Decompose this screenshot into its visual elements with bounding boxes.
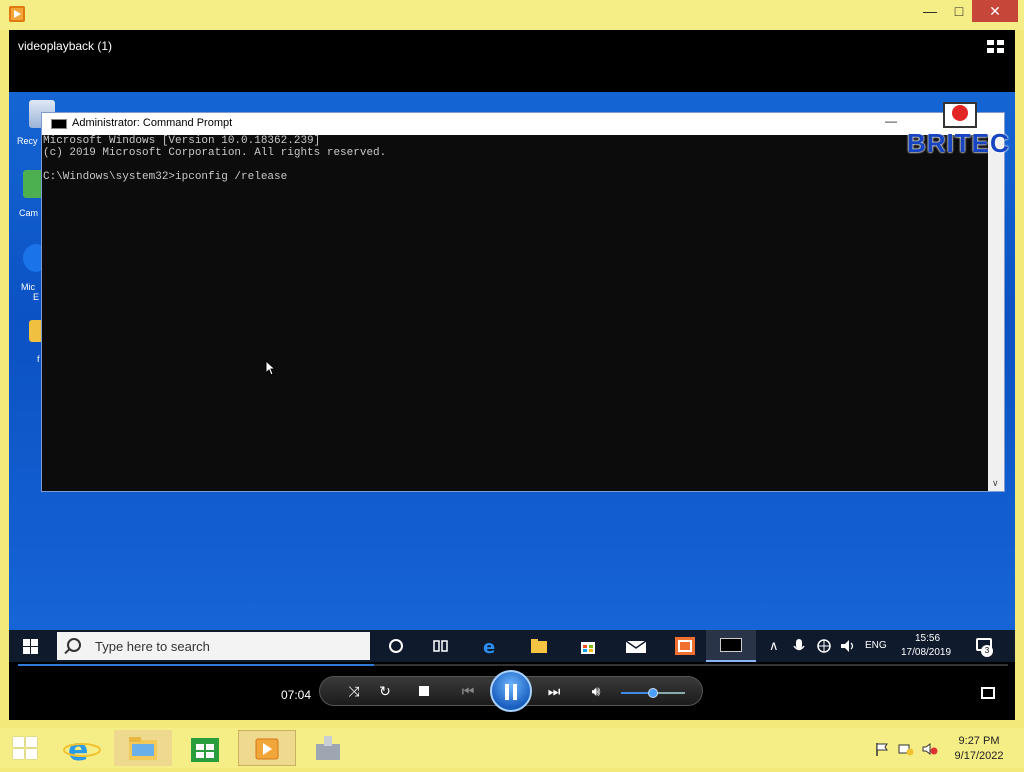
mute-button[interactable]: 🔊︎ bbox=[586, 682, 606, 700]
windows-start-icon bbox=[23, 639, 39, 655]
stop-button[interactable] bbox=[416, 682, 432, 700]
search-icon bbox=[67, 638, 81, 652]
desktop-icon-label: Cam bbox=[19, 208, 39, 218]
win10-clock-time: 15:56 bbox=[915, 633, 941, 644]
win10-clock-date: 17/08/2019 bbox=[901, 647, 952, 658]
command-prompt-window[interactable]: Administrator: Command Prompt — Microsof… bbox=[41, 112, 1005, 492]
edge-icon: e bbox=[481, 636, 501, 658]
previous-button[interactable]: ⏮ bbox=[455, 682, 481, 700]
next-button[interactable]: ⏭ bbox=[541, 682, 567, 700]
video-player: videoplayback (1) Recy Cam Mic E f Admin… bbox=[9, 30, 1015, 720]
action-center-flag-icon[interactable] bbox=[874, 742, 890, 756]
network-icon bbox=[815, 636, 835, 656]
file-explorer-icon bbox=[529, 636, 549, 656]
shuffle-button[interactable]: ⤨ bbox=[344, 682, 364, 700]
taskbar-explorer-button[interactable] bbox=[114, 730, 172, 766]
taskbar-ie-button[interactable]: e bbox=[54, 730, 112, 768]
store-icon bbox=[578, 636, 598, 656]
volume-slider[interactable] bbox=[621, 688, 685, 698]
britec-logo: BRITEC bbox=[907, 102, 1015, 162]
volume-handle[interactable] bbox=[648, 688, 658, 698]
seek-bar[interactable] bbox=[18, 664, 1008, 666]
usb-drive-icon bbox=[316, 736, 340, 760]
repeat-button[interactable]: ↻ bbox=[375, 682, 395, 700]
camtasia-icon bbox=[674, 636, 695, 656]
fullscreen-icon[interactable] bbox=[981, 687, 995, 699]
speaker-muted-icon[interactable] bbox=[922, 742, 938, 756]
desktop-icon-label: E bbox=[33, 292, 40, 302]
stop-icon bbox=[419, 686, 429, 696]
cmd-scrollbar: ∨ bbox=[988, 135, 1004, 491]
mail-icon bbox=[625, 636, 647, 656]
close-button[interactable]: ✕ bbox=[972, 0, 1018, 22]
playback-time: 07:04 bbox=[281, 688, 312, 702]
windows-start-icon[interactable] bbox=[13, 737, 39, 761]
maximize-button[interactable]: □ bbox=[946, 0, 972, 22]
cmd-line: (c) 2019 Microsoft Corporation. All righ… bbox=[43, 147, 387, 159]
task-view-icon bbox=[431, 636, 451, 656]
chevron-down-icon: ∨ bbox=[992, 478, 999, 488]
cortana-icon bbox=[386, 636, 406, 656]
taskbar: e 9:27 PM 9/17/2022 bbox=[0, 728, 1024, 768]
cmd-output: Microsoft Windows [Version 10.0.18362.23… bbox=[43, 135, 987, 487]
window-titlebar: — □ ✕ bbox=[0, 0, 1024, 30]
svg-text:e: e bbox=[483, 637, 495, 656]
desktop-icon-label: f bbox=[37, 354, 40, 364]
cmd-title: Administrator: Command Prompt bbox=[72, 117, 233, 129]
internet-explorer-icon: e bbox=[63, 733, 101, 768]
video-title: videoplayback (1) bbox=[18, 39, 113, 53]
media-player-icon bbox=[9, 6, 25, 22]
language-indicator: ENG bbox=[865, 640, 887, 651]
video-frame[interactable]: Recy Cam Mic E f Administrator: Command … bbox=[9, 92, 1015, 662]
cmd-icon bbox=[51, 119, 67, 129]
network-icon[interactable] bbox=[898, 742, 914, 756]
folder-icon bbox=[129, 737, 157, 760]
store-icon bbox=[191, 738, 219, 762]
chevron-up-icon: ∧ bbox=[769, 638, 779, 653]
win10-search-box: Type here to search bbox=[57, 632, 370, 660]
clock-time: 9:27 PM bbox=[958, 735, 1000, 747]
cmd-line: Microsoft Windows [Version 10.0.18362.23… bbox=[43, 135, 321, 147]
seek-progress bbox=[18, 664, 374, 666]
speaker-icon bbox=[839, 636, 859, 656]
medical-cross-icon bbox=[943, 102, 977, 128]
clock-date: 9/17/2022 bbox=[954, 750, 1004, 762]
win10-taskbar: Type here to search e ∧ ENG 15:56 17/08/… bbox=[9, 630, 1015, 662]
watermark-brand: BRITEC bbox=[907, 128, 1010, 158]
cmd-line bbox=[43, 159, 987, 171]
playlist-view-icon[interactable] bbox=[987, 40, 1005, 54]
taskbar-store-button[interactable] bbox=[176, 730, 234, 766]
cmd-taskbar-button bbox=[706, 630, 756, 662]
desktop-icon-label: Mic bbox=[21, 282, 35, 292]
taskbar-app-button[interactable] bbox=[300, 730, 358, 766]
taskbar-media-player-button[interactable] bbox=[238, 730, 296, 766]
microphone-icon bbox=[791, 636, 811, 656]
desktop-icon-label: Recy bbox=[17, 136, 38, 146]
svg-text:e: e bbox=[68, 733, 88, 766]
minimize-button[interactable]: — bbox=[917, 0, 943, 22]
media-player-icon bbox=[255, 738, 279, 760]
notification-count: 3 bbox=[981, 645, 993, 657]
taskbar-clock[interactable]: 9:27 PM 9/17/2022 bbox=[944, 734, 1014, 764]
pause-button[interactable] bbox=[490, 670, 532, 712]
cmd-titlebar: Administrator: Command Prompt — bbox=[42, 113, 1004, 135]
cmd-icon bbox=[720, 638, 742, 652]
cmd-line: C:\Windows\system32>ipconfig /release bbox=[43, 171, 288, 183]
cmd-minimize-icon: — bbox=[885, 114, 897, 128]
search-placeholder: Type here to search bbox=[95, 639, 210, 654]
